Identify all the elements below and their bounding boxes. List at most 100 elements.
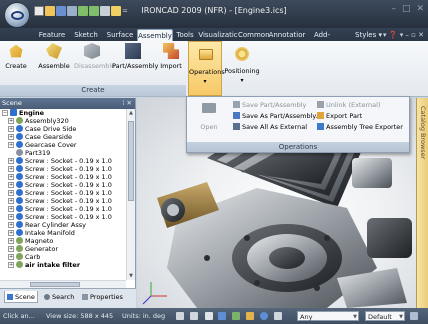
disassemble-icon xyxy=(84,43,100,59)
expand-icon[interactable]: + xyxy=(8,262,14,268)
tab-assembly[interactable]: Assembly xyxy=(137,29,173,41)
tree-root[interactable]: − Engine xyxy=(0,109,126,117)
snap-icon[interactable] xyxy=(246,312,254,320)
render-icon[interactable] xyxy=(218,312,226,320)
search-icon xyxy=(44,294,50,300)
part-icon xyxy=(16,141,23,148)
minimize-button[interactable]: – xyxy=(391,4,396,14)
positioning-button[interactable]: Positioning ▾ xyxy=(223,41,261,96)
disassemble-button[interactable]: Disassemble xyxy=(74,43,116,83)
expand-icon[interactable]: + xyxy=(8,142,14,148)
expand-icon[interactable]: + xyxy=(8,206,14,212)
expand-icon[interactable]: + xyxy=(8,246,14,252)
tree-item[interactable]: + Screw : Socket - 0.19 x 1.0 xyxy=(0,189,126,197)
create-button[interactable]: Create xyxy=(2,43,30,83)
settings-icon[interactable] xyxy=(274,312,282,320)
tree-item[interactable]: + Case Gearside xyxy=(0,133,126,141)
zoom-options-icon[interactable] xyxy=(190,312,198,320)
tree-item[interactable]: + Screw : Socket - 0.19 x 1.0 xyxy=(0,205,126,213)
import-button[interactable]: Import xyxy=(158,43,184,83)
help-controls[interactable]: ▾ ❓ ▾ – ▫ ✕ xyxy=(383,29,424,41)
tab-sketch[interactable]: Sketch xyxy=(73,29,99,41)
window-title: IRONCAD 2009 (NFR) - [Engine3.ics] xyxy=(141,6,287,15)
tree-item-label: air intake filter xyxy=(25,261,81,269)
zoom-icon[interactable] xyxy=(176,312,184,320)
tree-item[interactable]: + Generator xyxy=(0,245,126,253)
expand-icon[interactable]: + xyxy=(8,190,14,196)
tab-feature[interactable]: Feature xyxy=(37,29,67,41)
expand-icon[interactable]: + xyxy=(8,230,14,236)
tab-add-ins[interactable]: Add-Ins xyxy=(309,29,335,51)
scene-vertical-scrollbar[interactable]: ▲ ▼ xyxy=(126,109,135,280)
expand-icon[interactable]: + xyxy=(8,254,14,260)
view-icon[interactable] xyxy=(205,312,213,320)
tree-item[interactable]: + Case Drive Side xyxy=(0,125,126,133)
tab-annotation[interactable]: Annotatior xyxy=(268,29,306,41)
expand-icon[interactable]: + xyxy=(8,166,14,172)
tree-item[interactable]: + Rear Cylinder Assy xyxy=(0,221,126,229)
status-extra-icon[interactable] xyxy=(410,312,418,320)
save-part-assembly-item[interactable]: Save Part/Assembly xyxy=(233,101,306,109)
scrollbar-thumb[interactable] xyxy=(128,121,134,201)
expand-icon[interactable]: + xyxy=(8,198,14,204)
tree-item[interactable]: + Screw : Socket - 0.19 x 1.0 xyxy=(0,181,126,189)
globe-icon[interactable] xyxy=(260,312,268,320)
unlink-external-item[interactable]: Unlink (External) xyxy=(317,101,380,109)
tree-item[interactable]: + Screw : Socket - 0.19 x 1.0 xyxy=(0,197,126,205)
expand-icon[interactable]: + xyxy=(8,222,14,228)
assembly-tree-exporter-item[interactable]: Assembly Tree Exporter xyxy=(317,123,403,131)
maximize-button[interactable]: □ xyxy=(402,4,411,14)
tab-scene[interactable]: Scene xyxy=(4,291,38,303)
hscrollbar-thumb[interactable] xyxy=(30,282,80,287)
tree-item[interactable]: + Assembly320 xyxy=(0,117,126,125)
tree-item[interactable]: + Intake Manifold xyxy=(0,229,126,237)
catalog-browser-tab[interactable]: Catalog Browser xyxy=(416,98,428,308)
tree-item[interactable]: + Screw : Socket - 0.19 x 1.0 xyxy=(0,213,126,221)
assemble-button[interactable]: Assemble xyxy=(38,43,70,83)
tree-item[interactable]: Part319 xyxy=(0,149,126,157)
tree-item[interactable]: + Gearcase Cover xyxy=(0,141,126,149)
close-button[interactable]: ✕ xyxy=(416,4,424,14)
scene-horizontal-scrollbar[interactable] xyxy=(0,280,126,288)
part-icon xyxy=(16,221,23,228)
expand-icon[interactable]: + xyxy=(8,118,14,124)
tree-item[interactable]: + Carb xyxy=(0,253,126,261)
open-menu-item[interactable]: Open xyxy=(191,101,227,135)
expand-icon[interactable]: + xyxy=(8,126,14,132)
tree-item[interactable]: + air intake filter xyxy=(0,261,126,269)
tree-item[interactable]: + Screw : Socket - 0.19 x 1.0 xyxy=(0,173,126,181)
expand-icon[interactable]: + xyxy=(8,214,14,220)
tree-item-label: Part319 xyxy=(25,149,51,157)
disassemble-label: Disassemble xyxy=(74,62,116,70)
style-select[interactable]: Default ▼ xyxy=(365,311,405,321)
expand-icon[interactable]: + xyxy=(8,182,14,188)
tab-search[interactable]: Search xyxy=(44,291,74,303)
tree-item[interactable]: + Magneto xyxy=(0,237,126,245)
scroll-down-icon[interactable]: ▼ xyxy=(128,273,134,279)
operations-button[interactable]: Operations ▾ xyxy=(188,41,225,96)
scroll-up-icon[interactable]: ▲ xyxy=(128,110,134,116)
tool-icon[interactable] xyxy=(232,312,240,320)
scene-panel-controls[interactable]: ⵂ ✕ xyxy=(123,98,132,109)
tab-visualization[interactable]: Visualizatic xyxy=(198,29,238,41)
tab-common[interactable]: Common xyxy=(238,29,270,41)
collapse-icon[interactable]: − xyxy=(2,110,8,116)
tab-surface[interactable]: Surface xyxy=(105,29,135,41)
export-part-item[interactable]: Export Part xyxy=(317,112,362,120)
expand-icon[interactable]: + xyxy=(8,174,14,180)
expand-icon[interactable]: + xyxy=(8,238,14,244)
styles-dropdown[interactable]: Styles ▾ xyxy=(355,29,382,41)
tab-tools[interactable]: Tools xyxy=(175,29,195,41)
expand-icon[interactable]: + xyxy=(8,134,14,140)
tree-item-label: Magneto xyxy=(25,237,54,245)
tree-item[interactable]: + Screw : Socket - 0.19 x 1.0 xyxy=(0,165,126,173)
view-size: View size: 588 x 445 xyxy=(46,312,114,320)
expand-icon[interactable]: + xyxy=(8,158,14,164)
tree-item[interactable]: + Screw : Socket - 0.19 x 1.0 xyxy=(0,157,126,165)
save-all-as-external-item[interactable]: Save All As External xyxy=(233,123,307,131)
part-assembly-button[interactable]: Part/Assembly xyxy=(112,43,158,83)
tab-properties[interactable]: Properties xyxy=(82,291,123,303)
filter-select[interactable]: Any ▼ xyxy=(297,311,359,321)
save-as-part-assembly-item[interactable]: Save As Part/Assembly... xyxy=(233,112,322,120)
tree-item-label: Rear Cylinder Assy xyxy=(25,221,86,229)
